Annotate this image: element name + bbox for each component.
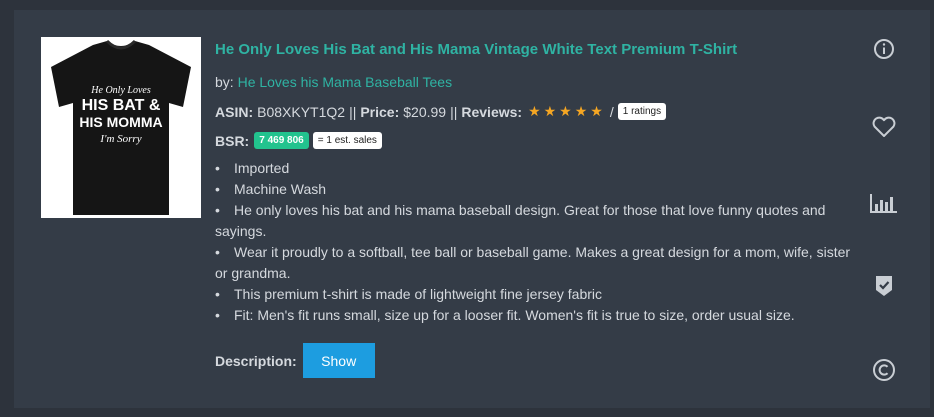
image-text-line-2: HIS BAT & <box>82 97 161 114</box>
price-value: $20.99 <box>403 103 447 120</box>
feature-bullets: Imported Machine Wash He only loves his … <box>215 158 855 326</box>
bsr-badge: 7 469 806 <box>254 132 309 149</box>
shield-check-icon[interactable] <box>868 270 900 302</box>
asin-value: B08XKYT1Q2 <box>257 103 346 120</box>
info-icon[interactable] <box>868 33 900 65</box>
reviews-label: Reviews: <box>461 103 523 120</box>
by-label: by: <box>215 74 234 90</box>
show-description-button[interactable]: Show <box>302 343 375 378</box>
image-text-line-4: I'm Sorry <box>99 133 141 145</box>
separator: || <box>450 103 458 120</box>
byline: by: He Loves his Mama Baseball Tees <box>215 74 452 90</box>
ratings-count-badge: 1 ratings <box>617 103 667 120</box>
list-item: This premium t-shirt is made of lightwei… <box>215 284 855 305</box>
image-text-line-3: HIS MOMMA <box>79 114 162 130</box>
bsr-row: BSR: 7 469 806 = 1 est. sales <box>215 132 382 149</box>
image-text-line-1: He Only Loves <box>90 85 151 96</box>
star-rating: ★★★★★ <box>528 103 606 119</box>
bar-chart-icon[interactable] <box>868 187 900 219</box>
list-item: Wear it proudly to a softball, tee ball … <box>215 242 855 284</box>
list-item: Imported <box>215 158 855 179</box>
bsr-label: BSR: <box>215 132 250 149</box>
separator: || <box>349 103 357 120</box>
description-row: Description: Show <box>215 343 375 378</box>
est-sales-badge: = 1 est. sales <box>312 132 382 149</box>
asin-label: ASIN: <box>215 103 254 120</box>
brand-link[interactable]: He Loves his Mama Baseball Tees <box>238 74 453 90</box>
list-item: Fit: Men's fit runs small, size up for a… <box>215 305 855 326</box>
description-label: Description: <box>215 352 297 369</box>
list-item: He only loves his bat and his mama baseb… <box>215 200 855 242</box>
product-title[interactable]: He Only Loves His Bat and His Mama Vinta… <box>215 41 855 58</box>
list-item: Machine Wash <box>215 179 855 200</box>
product-meta: ASIN: B08XKYT1Q2 || Price: $20.99 || Rev… <box>215 103 667 120</box>
product-image[interactable]: He Only Loves HIS BAT & HIS MOMMA I'm So… <box>41 37 201 218</box>
heart-icon[interactable] <box>868 111 900 143</box>
rating-slash: / <box>609 103 614 120</box>
copyright-icon[interactable] <box>868 354 900 386</box>
price-label: Price: <box>360 103 400 120</box>
